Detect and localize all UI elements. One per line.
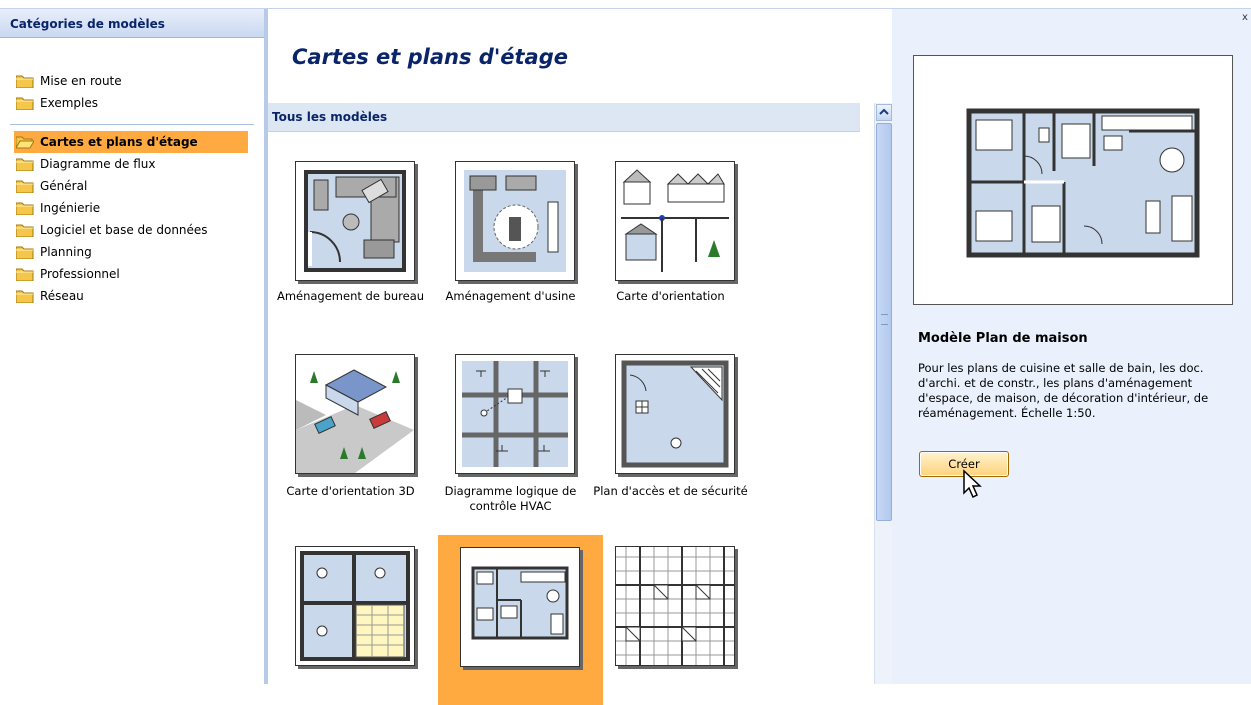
category-group-start: Mise en route Exemples (0, 70, 264, 114)
3d-map-thumbnail (295, 354, 415, 474)
template-tile-row3-1[interactable] (268, 534, 433, 704)
category-label: Logiciel et base de données (40, 223, 208, 237)
template-label: Diagramme logique de contrôle HVAC (444, 484, 577, 513)
category-item-general[interactable]: Général (16, 175, 264, 197)
category-item-logiciel[interactable]: Logiciel et base de données (16, 219, 264, 241)
template-label: Carte d'orientation 3D (286, 484, 415, 498)
factory-layout-thumbnail (455, 161, 575, 281)
scroll-grip (881, 314, 888, 325)
category-item-cartes-plans[interactable]: Cartes et plans d'étage (14, 131, 248, 153)
category-label: Réseau (40, 289, 84, 303)
category-label: Planning (40, 245, 92, 259)
plan-thumbnail (295, 546, 415, 666)
category-label: Professionnel (40, 267, 120, 281)
office-layout-thumbnail (295, 161, 415, 281)
category-label: Diagramme de flux (40, 157, 156, 171)
template-tile-amenagement-usine[interactable]: Aménagement d'usine (428, 149, 593, 319)
categories-header: Catégories de modèles (0, 9, 264, 38)
template-tile-acces-securite[interactable]: Plan d'accès et de sécurité (588, 342, 753, 512)
template-tile-row3-3[interactable] (588, 534, 753, 704)
folder-icon (16, 97, 34, 110)
folder-icon (16, 268, 34, 281)
category-item-reseau[interactable]: Réseau (16, 285, 264, 307)
category-label: Exemples (40, 96, 98, 110)
close-icon[interactable]: x (1242, 12, 1248, 23)
category-item-exemples[interactable]: Exemples (16, 92, 264, 114)
template-title: Modèle Plan de maison (918, 331, 1088, 346)
folder-icon (16, 246, 34, 259)
categories-title: Catégories de modèles (10, 17, 165, 31)
folder-icon (16, 202, 34, 215)
template-tile-carte-orientation[interactable]: Carte d'orientation (588, 149, 753, 319)
template-tile-hvac[interactable]: Diagramme logique de contrôle HVAC (428, 342, 593, 513)
templates-panel: Cartes et plans d'étage Tous les modèles… (268, 9, 893, 705)
preview-panel: x Modèle Plan de maison Pour les plans d… (892, 9, 1251, 684)
category-label: Général (40, 179, 88, 193)
scroll-up-button[interactable] (876, 104, 892, 121)
template-label: Plan d'accès et de sécurité (593, 484, 748, 498)
template-label: Aménagement de bureau (276, 289, 425, 303)
folder-icon (16, 158, 34, 171)
section-header: Tous les modèles (268, 103, 860, 132)
template-tile-plan-maison[interactable] (438, 535, 603, 705)
template-label: Carte d'orientation (616, 289, 725, 303)
scroll-thumb[interactable] (876, 123, 892, 521)
hvac-thumbnail (455, 354, 575, 474)
security-plan-thumbnail (615, 354, 735, 474)
category-label: Mise en route (40, 74, 122, 88)
categories-panel: Catégories de modèles Mise en route Exem… (0, 9, 268, 684)
category-group-templates: Cartes et plans d'étage Diagramme de flu… (0, 131, 264, 307)
house-plan-preview (966, 108, 1200, 258)
template-tile-amenagement-bureau[interactable]: Aménagement de bureau (268, 149, 433, 319)
folder-icon (16, 224, 34, 237)
open-folder-icon (16, 136, 34, 149)
window-top-border (0, 0, 1251, 9)
category-item-ingenierie[interactable]: Ingénierie (16, 197, 264, 219)
category-item-planning[interactable]: Planning (16, 241, 264, 263)
folder-icon (16, 75, 34, 88)
page-title: Cartes et plans d'étage (292, 45, 568, 69)
mouse-pointer-icon (963, 469, 982, 499)
category-label: Ingénierie (40, 201, 101, 215)
folder-icon (16, 180, 34, 193)
section-title: Tous les modèles (272, 110, 388, 124)
chevron-up-icon (879, 108, 889, 115)
category-item-professionnel[interactable]: Professionnel (16, 263, 264, 285)
template-label: Aménagement d'usine (445, 289, 576, 303)
directional-map-thumbnail (615, 161, 735, 281)
category-label: Cartes et plans d'étage (40, 135, 198, 149)
category-divider (10, 124, 254, 125)
vertical-scrollbar[interactable] (874, 103, 893, 684)
template-tile-carte-orientation-3d[interactable]: Carte d'orientation 3D (268, 342, 433, 512)
template-preview (913, 55, 1233, 305)
house-plan-thumbnail (460, 547, 580, 667)
category-item-mise-en-route[interactable]: Mise en route (16, 70, 264, 92)
grid-plan-thumbnail (615, 546, 735, 666)
template-description: Pour les plans de cuisine et salle de ba… (918, 361, 1209, 420)
folder-icon (16, 290, 34, 303)
category-item-diagramme-flux[interactable]: Diagramme de flux (16, 153, 264, 175)
